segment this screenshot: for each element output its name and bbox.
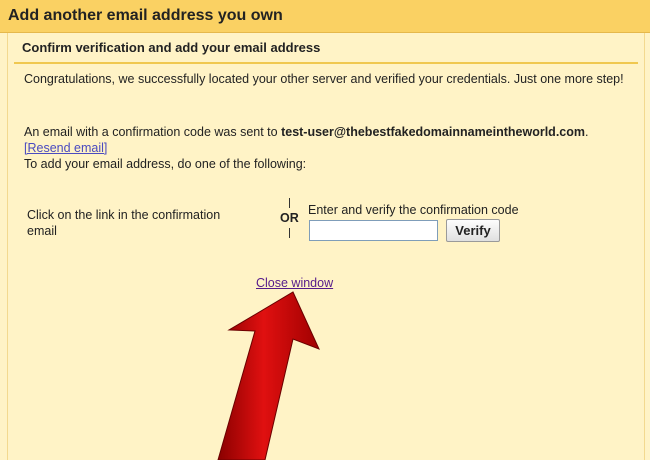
sent-prefix: An email with a confirmation code was se… — [24, 125, 282, 139]
section-header: Confirm verification and add your email … — [14, 33, 638, 64]
or-label: OR — [280, 211, 299, 225]
instructions-text: To add your email address, do one of the… — [24, 157, 307, 171]
window-title: Add another email address you own — [8, 7, 283, 24]
confirmation-sent-message: An email with a confirmation code was se… — [24, 124, 634, 140]
sent-suffix: . — [585, 125, 589, 139]
or-divider: OR — [280, 198, 299, 248]
title-bar: Add another email address you own — [0, 0, 650, 33]
confirmation-code-input[interactable] — [309, 220, 438, 241]
email-address: test-user@thebestfakedomainnameintheworl… — [281, 125, 585, 139]
resend-row: [Resend email] — [24, 140, 107, 156]
resend-email-link[interactable]: [Resend email] — [24, 141, 107, 155]
click-link-option: Click on the link in the confirmation em… — [27, 208, 221, 238]
divider-line-top — [288, 198, 290, 208]
verify-button[interactable]: Verify — [446, 219, 500, 242]
divider-line-bottom — [288, 228, 290, 238]
dialog-body: Confirm verification and add your email … — [7, 33, 645, 460]
section-heading: Confirm verification and add your email … — [22, 40, 321, 55]
congratulations-message: Congratulations, we successfully located… — [24, 72, 624, 86]
close-window-link[interactable]: Close window — [256, 276, 333, 290]
enter-code-label: Enter and verify the confirmation code — [308, 203, 519, 217]
